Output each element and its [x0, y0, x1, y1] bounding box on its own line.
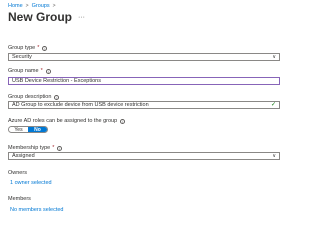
azure-roles-label: Azure AD roles can be assigned to the gr…: [8, 118, 126, 124]
group-description-value: AD Group to exclude device from USB devi…: [12, 101, 149, 108]
info-icon[interactable]: i: [120, 118, 126, 124]
membership-type-dropdown[interactable]: Assigned ∨: [8, 152, 280, 160]
azure-roles-label-text: Azure AD roles can be assigned to the gr…: [8, 118, 118, 124]
info-icon[interactable]: i: [54, 94, 60, 100]
more-options-icon[interactable]: ···: [78, 14, 85, 21]
breadcrumb: Home > Groups >: [8, 3, 56, 9]
chevron-down-icon: ∨: [272, 152, 276, 159]
group-type-label: Group type * i: [8, 45, 48, 51]
chevron-down-icon: ∨: [272, 53, 276, 60]
breadcrumb-separator: >: [25, 3, 29, 9]
group-name-label-text: Group name: [8, 68, 39, 74]
checkmark-icon: ✓: [270, 101, 276, 108]
group-type-label-text: Group type: [8, 45, 36, 51]
group-type-dropdown[interactable]: Security ∨: [8, 53, 280, 61]
required-marker: *: [37, 45, 40, 51]
members-label: Members: [8, 196, 31, 202]
breadcrumb-groups[interactable]: Groups: [32, 3, 50, 9]
group-name-value: USB Device Restriction - Exceptions: [12, 77, 101, 84]
owners-label: Owners: [8, 170, 27, 176]
breadcrumb-home[interactable]: Home: [8, 3, 23, 9]
group-description-label-text: Group description: [8, 94, 52, 100]
group-description-label: Group description i: [8, 94, 60, 100]
membership-type-value: Assigned: [12, 152, 35, 159]
membership-type-label-text: Membership type: [8, 145, 51, 151]
group-name-label: Group name * i: [8, 68, 51, 74]
membership-type-label: Membership type * i: [8, 145, 63, 151]
owners-link[interactable]: 1 owner selected: [10, 180, 52, 186]
required-marker: *: [40, 68, 43, 74]
group-type-value: Security: [12, 53, 32, 60]
title-row: New Group ···: [8, 10, 85, 24]
azure-roles-toggle[interactable]: Yes No: [8, 126, 48, 133]
group-description-input[interactable]: AD Group to exclude device from USB devi…: [8, 101, 280, 109]
members-link[interactable]: No members selected: [10, 207, 64, 213]
info-icon[interactable]: i: [42, 45, 48, 51]
toggle-no[interactable]: No: [28, 127, 47, 132]
breadcrumb-separator: >: [52, 3, 56, 9]
required-marker: *: [52, 145, 55, 151]
toggle-yes[interactable]: Yes: [9, 127, 28, 132]
page-title: New Group: [8, 10, 73, 24]
info-icon[interactable]: i: [57, 145, 63, 151]
group-name-input[interactable]: USB Device Restriction - Exceptions: [8, 77, 280, 85]
info-icon[interactable]: i: [45, 68, 51, 74]
